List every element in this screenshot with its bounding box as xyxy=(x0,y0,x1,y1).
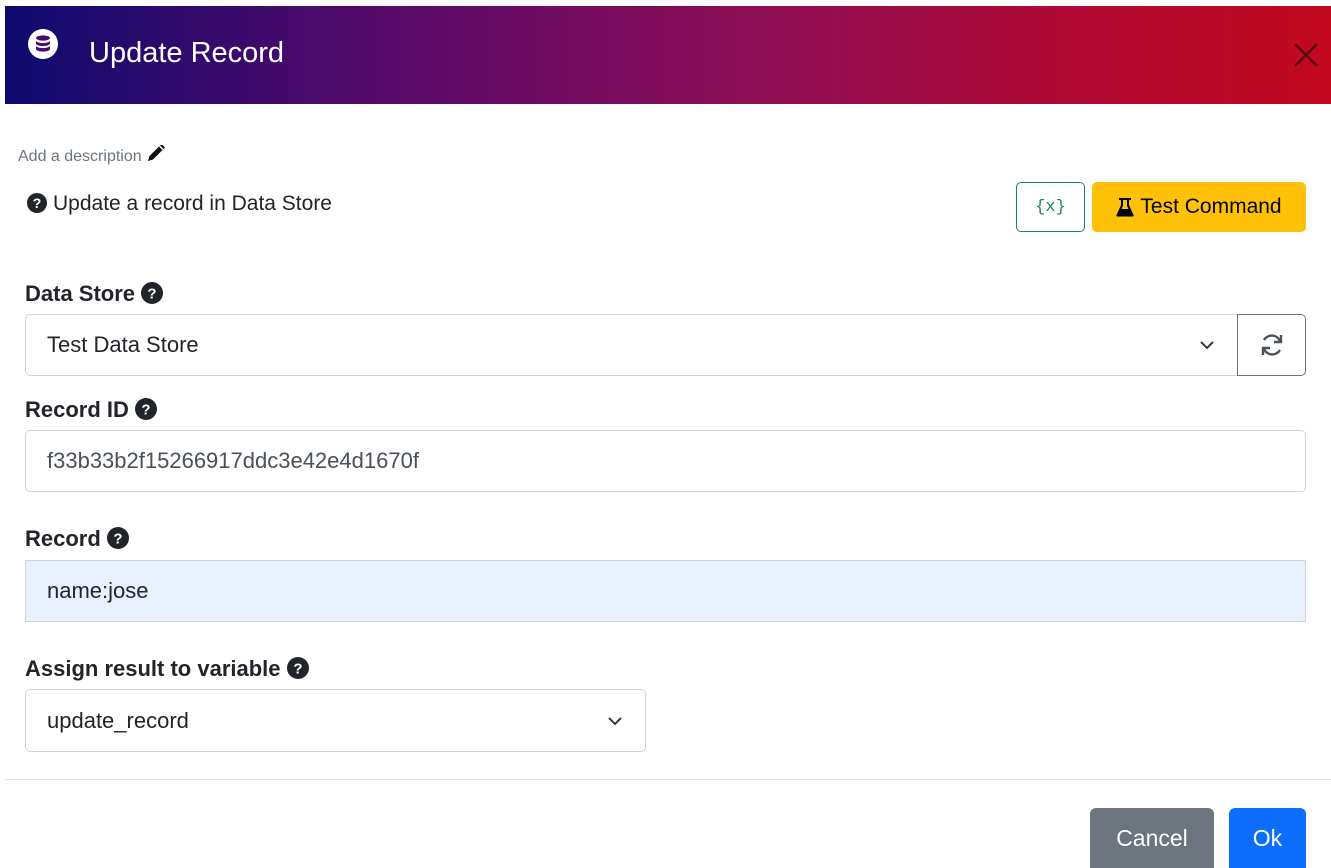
svg-text:?: ? xyxy=(147,286,156,303)
data-store-value: Test Data Store xyxy=(47,332,199,357)
command-help: ? Update a record in Data Store xyxy=(27,189,332,222)
ok-button[interactable]: Ok xyxy=(1229,808,1306,868)
chevron-down-icon xyxy=(1200,341,1214,350)
question-circle-icon[interactable]: ? xyxy=(141,282,164,309)
close-icon[interactable] xyxy=(1287,36,1325,74)
record-label-text: Record xyxy=(25,526,101,551)
pencil-icon xyxy=(146,144,166,171)
svg-text:?: ? xyxy=(293,661,302,678)
assign-variable-value: update_record xyxy=(47,707,189,733)
svg-text:?: ? xyxy=(113,531,122,548)
assign-result-label: Assign result to variable? xyxy=(25,654,309,687)
dialog-title: Update Record xyxy=(89,37,285,69)
question-circle-icon: ? xyxy=(27,193,47,218)
update-record-dialog: Update Record Add a description ? Update … xyxy=(0,0,1331,868)
add-description-text: Add a description xyxy=(18,148,142,165)
data-store-select[interactable]: Test Data Store xyxy=(25,314,1238,376)
test-command-button[interactable]: Test Command xyxy=(1092,182,1306,232)
flask-icon xyxy=(1116,198,1134,217)
assign-variable-select[interactable]: update_record xyxy=(25,689,646,752)
refresh-icon xyxy=(1261,334,1282,356)
data-store-label: Data Store? xyxy=(25,279,164,312)
svg-text:?: ? xyxy=(141,402,150,419)
record-field[interactable]: name:jose xyxy=(25,560,1306,622)
question-circle-icon[interactable]: ? xyxy=(286,657,309,684)
question-circle-icon[interactable]: ? xyxy=(106,527,129,554)
variables-button[interactable]: {x} xyxy=(1016,182,1085,232)
footer-divider xyxy=(5,779,1331,780)
data-store-label-text: Data Store xyxy=(25,281,136,306)
command-help-text: Update a record in Data Store xyxy=(53,192,332,215)
dialog-header: Update Record xyxy=(5,6,1331,104)
svg-text:?: ? xyxy=(33,195,42,211)
add-description-link[interactable]: Add a description xyxy=(18,144,166,171)
test-command-label: Test Command xyxy=(1140,195,1282,218)
question-circle-icon[interactable]: ? xyxy=(134,398,157,425)
refresh-button[interactable] xyxy=(1237,314,1306,376)
record-id-field[interactable]: f33b33b2f15266917ddc3e42e4d1670f xyxy=(25,430,1306,492)
record-label: Record? xyxy=(25,524,129,557)
chevron-down-icon xyxy=(608,716,622,725)
record-id-label: Record ID? xyxy=(25,395,157,428)
cancel-button[interactable]: Cancel xyxy=(1090,808,1214,868)
record-id-label-text: Record ID xyxy=(25,397,129,422)
database-icon xyxy=(28,29,58,59)
assign-result-label-text: Assign result to variable xyxy=(25,656,281,681)
